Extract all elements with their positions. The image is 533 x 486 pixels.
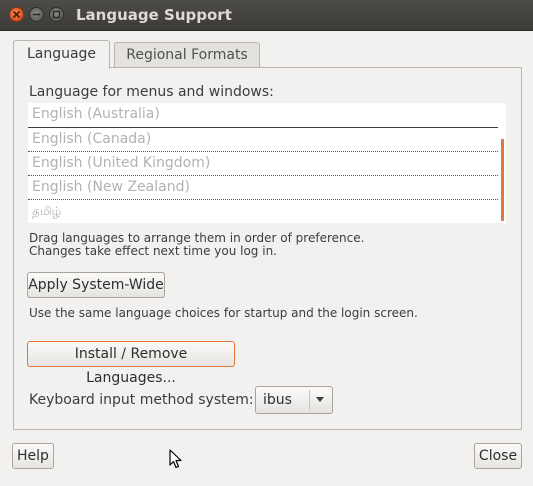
window-minimize-button[interactable] bbox=[29, 7, 44, 22]
window-title: Language Support bbox=[76, 6, 232, 24]
language-item[interactable]: English (Canada) bbox=[28, 127, 498, 151]
title-bar[interactable]: Language Support bbox=[0, 0, 533, 31]
language-item[interactable]: தமிழ் bbox=[28, 199, 498, 223]
window-maximize-button[interactable] bbox=[49, 7, 64, 22]
keyboard-input-value: ibus bbox=[263, 392, 292, 408]
close-button[interactable]: Close bbox=[474, 443, 522, 469]
maximize-icon bbox=[52, 10, 61, 19]
window-close-button[interactable] bbox=[9, 7, 24, 22]
apply-description: Use the same language choices for startu… bbox=[29, 306, 418, 320]
drag-hint: Drag languages to arrange them in order … bbox=[29, 231, 365, 245]
install-remove-languages-button[interactable]: Install / Remove Languages... bbox=[27, 341, 235, 386]
tab-regional-formats[interactable]: Regional Formats bbox=[114, 42, 260, 68]
tab-language[interactable]: Language bbox=[13, 40, 110, 69]
mouse-cursor-icon bbox=[169, 449, 182, 469]
language-item[interactable]: English (Australia) bbox=[28, 103, 498, 127]
keyboard-input-select[interactable]: ibus bbox=[255, 386, 333, 414]
keyboard-input-label: Keyboard input method system: bbox=[29, 392, 254, 408]
close-icon bbox=[13, 11, 20, 18]
language-item[interactable]: English (New Zealand) bbox=[28, 175, 498, 199]
language-list-scrollbar[interactable] bbox=[501, 139, 504, 221]
changes-hint: Changes take effect next time you log in… bbox=[29, 244, 277, 258]
language-list[interactable]: English (Australia) English (Canada) Eng… bbox=[28, 103, 506, 223]
chevron-down-icon bbox=[316, 397, 324, 402]
minimize-icon bbox=[32, 13, 41, 16]
help-button[interactable]: Help bbox=[12, 443, 54, 469]
language-item[interactable]: English (United Kingdom) bbox=[28, 151, 498, 175]
combo-separator bbox=[309, 390, 310, 410]
language-list-heading: Language for menus and windows: bbox=[29, 84, 274, 100]
apply-system-wide-button[interactable]: Apply System-Wide bbox=[27, 272, 165, 298]
